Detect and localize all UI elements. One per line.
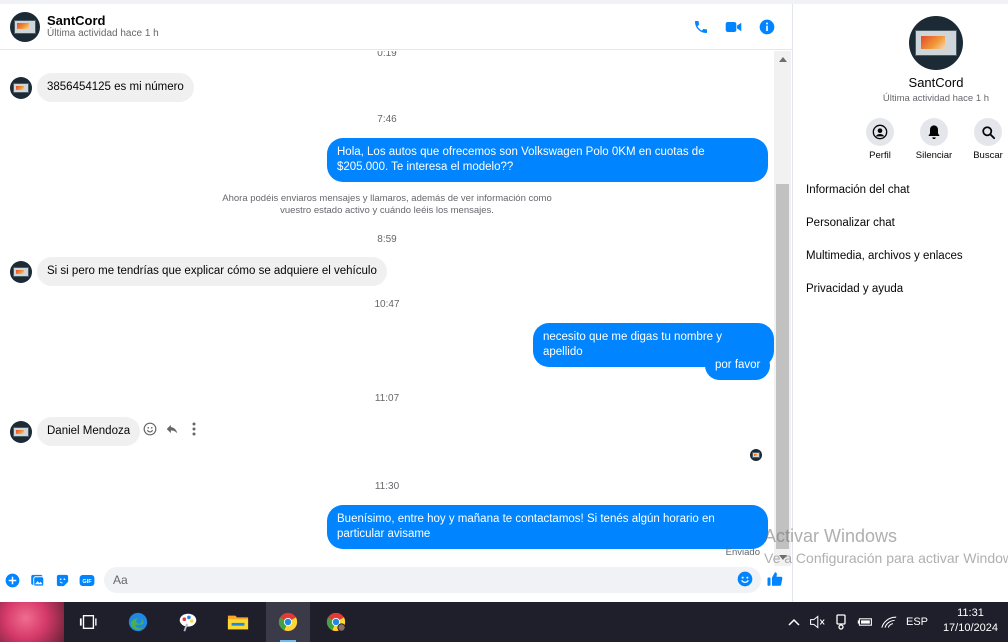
scrollbar-thumb[interactable]	[776, 184, 789, 549]
customize-chat-item[interactable]: Personalizar chat	[806, 217, 895, 229]
sender-avatar[interactable]	[10, 77, 32, 99]
message-actions	[142, 421, 202, 437]
timestamp: 8:59	[377, 234, 397, 245]
mute-label: Silenciar	[915, 150, 953, 161]
video-call-icon[interactable]	[724, 17, 743, 36]
message-input[interactable]	[104, 567, 761, 593]
sender-avatar[interactable]	[10, 261, 32, 283]
system-notice: Ahora podéis enviaros mensajes y llamaro…	[222, 193, 552, 216]
battery-icon[interactable]	[856, 616, 874, 628]
plus-icon[interactable]	[4, 572, 20, 588]
search-button[interactable]: Buscar	[961, 118, 1008, 161]
contact-name[interactable]: SantCord	[47, 13, 159, 28]
chat-info-item[interactable]: Información del chat	[806, 184, 910, 196]
scroll-down-arrow[interactable]	[779, 555, 787, 560]
sent-status: Enviado	[725, 547, 760, 558]
message-list[interactable]: 0:19 3856454125 es mi número 7:46 Hola, …	[0, 51, 774, 566]
seen-indicator-avatar	[750, 449, 762, 461]
task-view-icon[interactable]	[66, 602, 110, 642]
incoming-message[interactable]: Si si pero me tendrías que explicar cómo…	[37, 257, 387, 286]
mute-button[interactable]: Silenciar	[907, 118, 961, 161]
outgoing-message[interactable]: por favor	[705, 351, 771, 380]
contact-status: Última actividad hace 1 h	[47, 28, 159, 39]
sender-avatar[interactable]	[10, 421, 32, 443]
taskbar: ESP 11:31 17/10/2024	[0, 602, 1008, 642]
system-tray: ESP	[786, 602, 928, 642]
media-files-links-item[interactable]: Multimedia, archivos y enlaces	[806, 250, 963, 262]
chat-details-panel: SantCord Última actividad hace 1 h Perfi…	[792, 4, 1008, 602]
profile-icon	[866, 118, 894, 146]
image-icon[interactable]	[29, 572, 45, 588]
clock[interactable]: 11:31 17/10/2024	[943, 606, 998, 636]
messenger-window: SantCord Última actividad hace 1 h 0:19 …	[0, 0, 1008, 602]
gif-icon[interactable]: GIF	[79, 572, 95, 588]
svg-text:GIF: GIF	[82, 578, 92, 584]
timestamp: 11:07	[374, 393, 400, 404]
timestamp: 0:19	[377, 51, 397, 59]
more-options-icon[interactable]	[186, 421, 202, 437]
scrollbar[interactable]	[774, 51, 791, 566]
show-hidden-icons-icon[interactable]	[786, 618, 802, 626]
header-actions	[691, 17, 776, 36]
panel-contact-name: SantCord	[908, 75, 964, 90]
panel-contact-status: Última actividad hace 1 h	[882, 93, 990, 104]
edge-browser-icon[interactable]	[116, 602, 160, 642]
react-emoji-icon[interactable]	[142, 421, 158, 437]
volume-muted-icon[interactable]	[808, 615, 826, 629]
network-icon[interactable]	[832, 614, 850, 630]
profile-button[interactable]: Perfil	[853, 118, 907, 161]
timestamp: 11:30	[374, 481, 400, 492]
timestamp: 7:46	[377, 114, 397, 125]
search-label: Buscar	[973, 150, 1003, 161]
composer: GIF	[0, 566, 792, 594]
outgoing-message[interactable]: Buenísimo, entre hoy y mañana te contact…	[327, 505, 768, 549]
emoji-icon[interactable]	[737, 571, 753, 587]
reply-icon[interactable]	[164, 421, 180, 437]
clock-date: 17/10/2024	[942, 622, 998, 634]
bell-icon	[920, 118, 948, 146]
wifi-icon[interactable]	[880, 615, 898, 629]
outgoing-message[interactable]: Hola, Los autos que ofrecemos son Volksw…	[327, 138, 768, 182]
language-indicator[interactable]: ESP	[906, 616, 928, 628]
chrome-icon[interactable]	[266, 602, 310, 642]
contact-info[interactable]: SantCord Última actividad hace 1 h	[47, 13, 159, 40]
paint-app-icon[interactable]	[166, 602, 210, 642]
chrome-profile-icon[interactable]	[314, 602, 358, 642]
sticker-icon[interactable]	[54, 572, 70, 588]
chat-header: SantCord Última actividad hace 1 h	[0, 4, 792, 50]
incoming-message[interactable]: 3856454125 es mi número	[37, 73, 194, 102]
scroll-up-arrow[interactable]	[779, 57, 787, 62]
phone-icon[interactable]	[691, 17, 710, 36]
start-button[interactable]	[0, 602, 64, 642]
contact-avatar[interactable]	[10, 11, 40, 42]
search-icon	[974, 118, 1002, 146]
profile-label: Perfil	[869, 150, 891, 161]
privacy-help-item[interactable]: Privacidad y ayuda	[806, 283, 903, 295]
file-explorer-icon[interactable]	[216, 602, 260, 642]
panel-avatar[interactable]	[909, 16, 963, 70]
like-icon[interactable]	[766, 570, 784, 588]
incoming-message[interactable]: Daniel Mendoza	[37, 417, 141, 446]
clock-time: 11:31	[957, 607, 984, 619]
timestamp: 10:47	[374, 299, 400, 310]
info-icon[interactable]	[757, 17, 776, 36]
